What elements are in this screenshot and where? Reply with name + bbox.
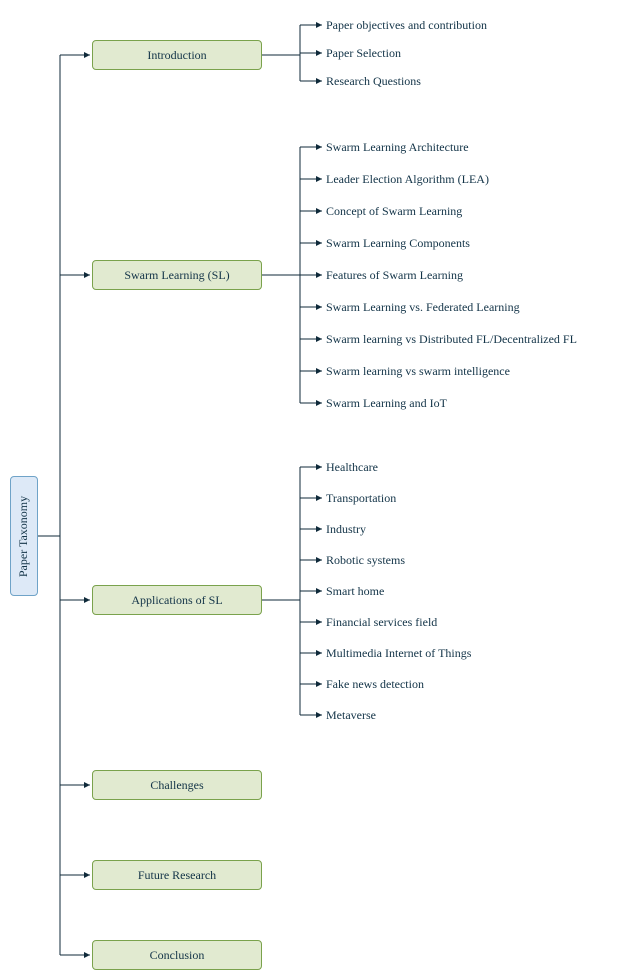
leaf-node: Swarm Learning and IoT xyxy=(326,396,447,411)
leaf-node: Concept of Swarm Learning xyxy=(326,204,462,219)
leaf-node: Metaverse xyxy=(326,708,376,723)
section-label: Applications of SL xyxy=(131,593,222,608)
leaf-node: Research Questions xyxy=(326,74,421,89)
section-node: Challenges xyxy=(92,770,262,800)
section-label: Swarm Learning (SL) xyxy=(124,268,229,283)
section-node: Introduction xyxy=(92,40,262,70)
leaf-node: Smart home xyxy=(326,584,384,599)
leaf-node: Features of Swarm Learning xyxy=(326,268,463,283)
section-label: Introduction xyxy=(147,48,206,63)
section-node: Future Research xyxy=(92,860,262,890)
root-label: Paper Taxonomy xyxy=(17,495,32,576)
leaf-node: Paper objectives and contribution xyxy=(326,18,487,33)
section-label: Challenges xyxy=(150,778,203,793)
root-node: Paper Taxonomy xyxy=(10,476,38,596)
leaf-node: Financial services field xyxy=(326,615,437,630)
leaf-node: Fake news detection xyxy=(326,677,424,692)
leaf-node: Leader Election Algorithm (LEA) xyxy=(326,172,489,187)
leaf-node: Paper Selection xyxy=(326,46,401,61)
connector-lines xyxy=(0,0,640,972)
section-node: Applications of SL xyxy=(92,585,262,615)
leaf-node: Swarm learning vs swarm intelligence xyxy=(326,364,510,379)
leaf-node: Swarm Learning vs. Federated Learning xyxy=(326,300,520,315)
leaf-node: Swarm Learning Components xyxy=(326,236,470,251)
leaf-node: Transportation xyxy=(326,491,396,506)
leaf-node: Swarm learning vs Distributed FL/Decentr… xyxy=(326,332,577,347)
leaf-node: Industry xyxy=(326,522,366,537)
section-node: Swarm Learning (SL) xyxy=(92,260,262,290)
section-node: Conclusion xyxy=(92,940,262,970)
section-label: Future Research xyxy=(138,868,216,883)
section-label: Conclusion xyxy=(150,948,205,963)
leaf-node: Multimedia Internet of Things xyxy=(326,646,471,661)
leaf-node: Swarm Learning Architecture xyxy=(326,140,469,155)
leaf-node: Healthcare xyxy=(326,460,378,475)
leaf-node: Robotic systems xyxy=(326,553,405,568)
